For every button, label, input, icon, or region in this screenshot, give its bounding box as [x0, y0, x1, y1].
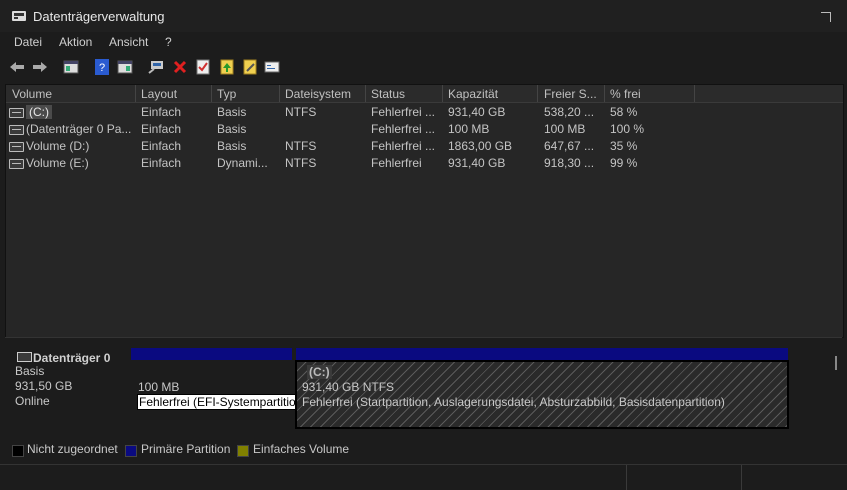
drive-icon — [9, 159, 24, 169]
column-header-typ[interactable]: Typ — [217, 87, 236, 101]
column-header-dateisystem[interactable]: Dateisystem — [285, 87, 351, 101]
volume-status: Fehlerfrei ... — [371, 139, 436, 153]
partition-size: 931,40 GB NTFS — [302, 380, 395, 394]
volume-type: Basis — [217, 105, 247, 119]
properties-pane-icon[interactable] — [116, 58, 133, 75]
forward-arrow-icon[interactable] — [31, 58, 48, 75]
volume-layout: Einfach — [141, 105, 182, 119]
volume-free-space: 538,20 ... — [544, 105, 595, 119]
volume-list: Volume Layout Typ Dateisystem Status Kap… — [5, 84, 844, 338]
volume-row[interactable]: Volume (E:) Einfach Dynami... NTFS Fehle… — [6, 154, 843, 171]
window-title: Datenträgerverwaltung — [33, 9, 165, 24]
volume-percent-free: 99 % — [610, 156, 638, 170]
title-bar: Datenträgerverwaltung — [0, 0, 847, 32]
volume-name: (C:) — [26, 105, 52, 119]
partition-size: 100 MB — [138, 380, 180, 394]
column-header-layout[interactable]: Layout — [141, 87, 177, 101]
disk-management-icon — [12, 11, 26, 21]
volume-name: (Datenträger 0 Pa... — [26, 122, 132, 136]
volume-capacity: 100 MB — [448, 122, 490, 136]
column-header-kapazitaet[interactable]: Kapazität — [448, 87, 498, 101]
disk-size: 931,50 GB — [15, 379, 73, 393]
volume-filesystem: NTFS — [285, 105, 317, 119]
column-header-prozent-frei[interactable]: % frei — [610, 87, 641, 101]
volume-name: Volume (E:) — [26, 156, 89, 170]
volume-filesystem: NTFS — [285, 156, 317, 170]
menu-datei[interactable]: Datei — [14, 35, 42, 49]
drive-icon — [9, 142, 24, 152]
column-header-freier-speicher[interactable]: Freier S... — [544, 87, 597, 101]
maximize-icon[interactable] — [821, 12, 831, 22]
checklist-icon[interactable] — [194, 58, 211, 75]
volume-status: Fehlerfrei ... — [371, 105, 436, 119]
volume-type: Basis — [217, 122, 247, 136]
partition-label: (C:) — [307, 365, 332, 379]
volume-percent-free: 100 % — [610, 122, 645, 136]
partition-status: Fehlerfrei (Startpartition, Auslagerungs… — [302, 395, 725, 409]
menu-help[interactable]: ? — [165, 35, 172, 49]
volume-free-space: 918,30 ... — [544, 156, 595, 170]
volume-layout: Einfach — [141, 139, 182, 153]
partition-c-bar — [296, 348, 788, 360]
partition-efi-bar — [131, 348, 292, 360]
status-bar — [0, 464, 847, 490]
menu-bar: Datei Aktion Ansicht ? — [0, 32, 847, 53]
legend-simple-volume-swatch — [237, 445, 249, 457]
settings-icon[interactable] — [263, 58, 280, 75]
disk-state: Online — [15, 394, 50, 408]
column-header-status[interactable]: Status — [371, 87, 405, 101]
volume-type: Basis — [217, 139, 247, 153]
volume-percent-free: 58 % — [610, 105, 638, 119]
volume-row[interactable]: Volume (D:) Einfach Basis NTFS Fehlerfre… — [6, 137, 843, 154]
connect-icon[interactable] — [147, 58, 164, 75]
volume-layout: Einfach — [141, 122, 182, 136]
volume-status: Fehlerfrei — [371, 156, 422, 170]
delete-icon[interactable] — [171, 58, 188, 75]
legend-primary-swatch — [125, 445, 137, 457]
drive-icon — [9, 125, 24, 135]
legend-unallocated-swatch — [12, 445, 24, 457]
volume-row[interactable]: (Datenträger 0 Pa... Einfach Basis Fehle… — [6, 120, 843, 137]
rescan-icon[interactable] — [218, 58, 235, 75]
volume-layout: Einfach — [141, 156, 182, 170]
column-header-volume[interactable]: Volume — [12, 87, 52, 101]
legend-simple-volume-label: Einfaches Volume — [253, 442, 350, 456]
volume-type: Dynami... — [217, 156, 268, 170]
menu-aktion[interactable]: Aktion — [59, 35, 92, 49]
edit-icon[interactable] — [241, 58, 258, 75]
volume-name: Volume (D:) — [26, 139, 90, 153]
disk-name: Datenträger 0 — [33, 351, 111, 365]
legend-primary-label: Primäre Partition — [141, 442, 231, 456]
disk-type: Basis — [15, 364, 45, 378]
volume-free-space: 100 MB — [544, 122, 586, 136]
partition-efi[interactable]: 100 MB Fehlerfrei (EFI-Systempartition) — [131, 360, 309, 425]
scrollbar-thumb[interactable] — [835, 356, 837, 370]
volume-capacity: 931,40 GB — [448, 156, 506, 170]
disk-icon — [17, 352, 32, 362]
volume-filesystem: NTFS — [285, 139, 317, 153]
drive-icon — [9, 108, 24, 118]
disk-view: Datenträger 0 Basis 931,50 GB Online 100… — [5, 337, 842, 462]
volume-free-space: 647,67 ... — [544, 139, 595, 153]
legend-unallocated-label: Nicht zugeordnet — [27, 442, 118, 456]
volume-list-header: Volume Layout Typ Dateisystem Status Kap… — [6, 85, 843, 103]
svg-text:?: ? — [99, 62, 105, 74]
back-arrow-icon[interactable] — [8, 58, 25, 75]
partition-status: Fehlerfrei (EFI-Systempartition) — [137, 394, 309, 410]
volume-row[interactable]: (C:) Einfach Basis NTFS Fehlerfrei ... 9… — [6, 103, 843, 120]
volume-capacity: 1863,00 GB — [448, 139, 513, 153]
partition-c[interactable]: (C:) 931,40 GB NTFS Fehlerfrei (Startpar… — [295, 360, 789, 429]
help-icon[interactable]: ? — [93, 58, 110, 75]
console-tree-icon[interactable] — [62, 58, 79, 75]
toolbar: ? — [0, 54, 847, 80]
menu-ansicht[interactable]: Ansicht — [109, 35, 148, 49]
volume-capacity: 931,40 GB — [448, 105, 506, 119]
volume-status: Fehlerfrei ... — [371, 122, 436, 136]
volume-percent-free: 35 % — [610, 139, 638, 153]
